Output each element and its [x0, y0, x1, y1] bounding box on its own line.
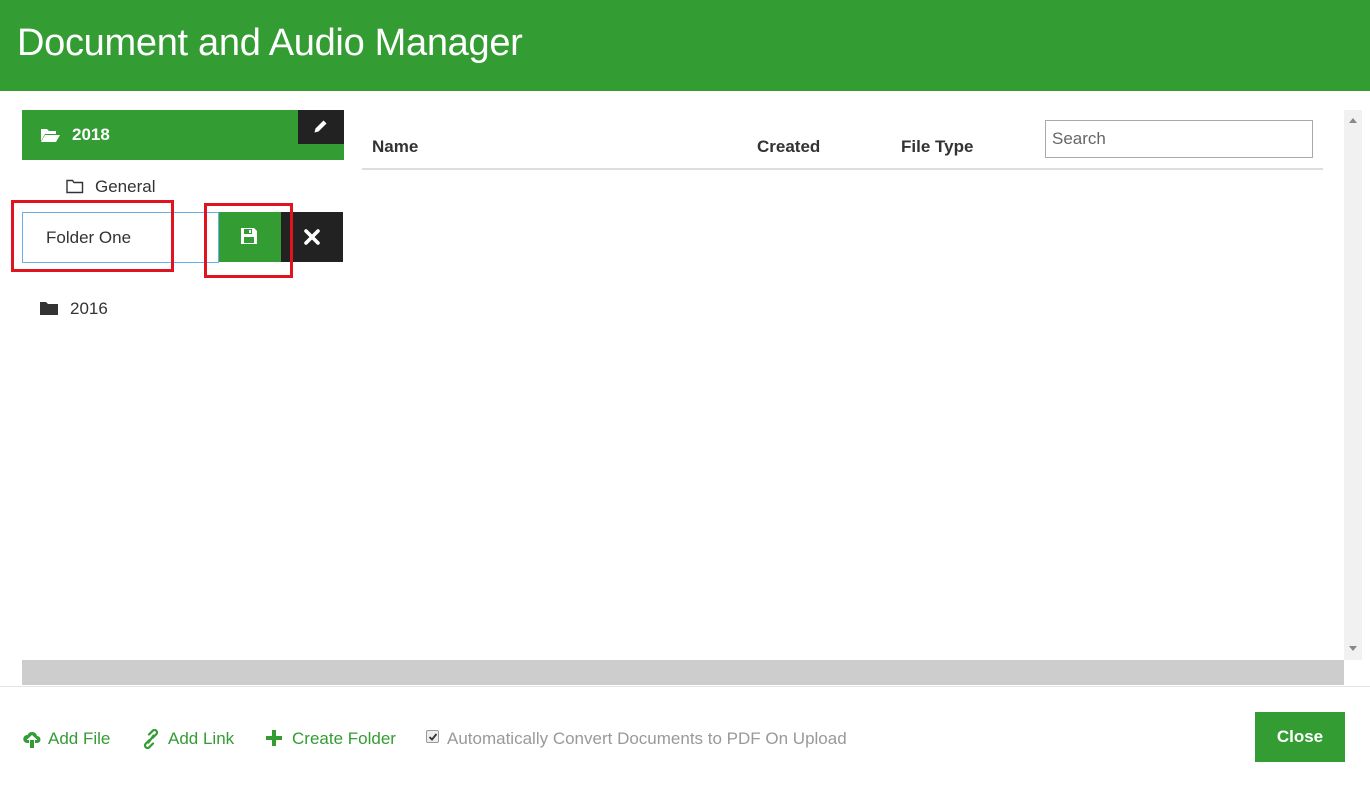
add-link-label: Add Link — [168, 729, 235, 748]
scroll-down-arrow-icon[interactable] — [1349, 646, 1357, 651]
search-input[interactable] — [1045, 120, 1313, 158]
cloud-upload-icon — [22, 729, 42, 754]
footer-divider — [0, 686, 1370, 687]
folder-open-icon — [40, 127, 60, 143]
column-header-name[interactable]: Name — [372, 137, 418, 157]
add-file-label: Add File — [48, 729, 111, 748]
create-folder-label: Create Folder — [292, 729, 396, 748]
scroll-up-arrow-icon[interactable] — [1349, 118, 1357, 123]
edit-folder-button[interactable] — [298, 110, 344, 144]
save-folder-button[interactable] — [219, 212, 281, 262]
column-header-file-type[interactable]: File Type — [901, 137, 973, 157]
folder-label: 2016 — [70, 299, 108, 318]
cancel-folder-button[interactable] — [281, 212, 343, 262]
page-title: Document and Audio Manager — [17, 22, 523, 64]
new-folder-name-input[interactable] — [22, 212, 219, 263]
plus-icon — [265, 729, 283, 752]
folder-label: General — [95, 177, 156, 196]
app-header: Document and Audio Manager — [0, 0, 1370, 91]
folder-icon — [66, 179, 84, 199]
checkbox-icon[interactable] — [426, 730, 439, 743]
file-table-header: Name Created File Type — [362, 110, 1323, 170]
folder-item-2018[interactable]: 2018 — [22, 110, 344, 160]
horizontal-scrollbar[interactable] — [22, 660, 1344, 685]
column-header-created[interactable]: Created — [757, 137, 820, 157]
folder-label: 2018 — [72, 125, 110, 144]
close-button[interactable]: Close — [1255, 712, 1345, 762]
link-icon — [142, 728, 160, 754]
vertical-scrollbar[interactable] — [1344, 110, 1362, 660]
folder-solid-icon — [40, 301, 58, 320]
auto-convert-label: Automatically Convert Documents to PDF O… — [447, 729, 847, 748]
